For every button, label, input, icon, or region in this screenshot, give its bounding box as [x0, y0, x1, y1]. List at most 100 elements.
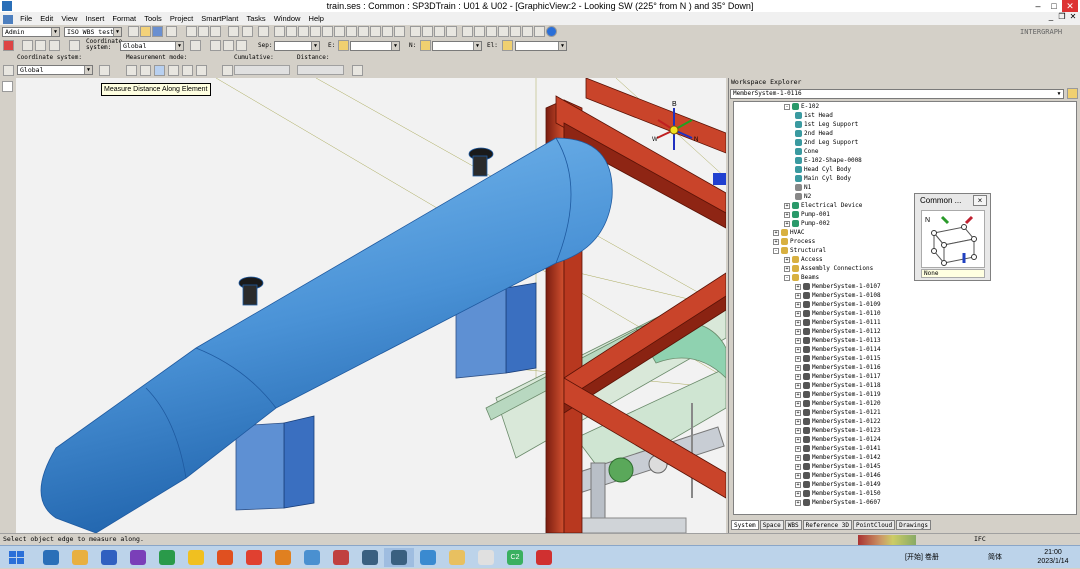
expand-icon[interactable]: + [795, 355, 801, 362]
measure-icon[interactable] [346, 26, 357, 37]
start-icon[interactable] [2, 548, 32, 567]
maximize-button[interactable]: □ [1046, 0, 1062, 12]
expand-icon[interactable]: + [773, 238, 779, 245]
expand-icon[interactable]: + [784, 220, 790, 227]
tree-item[interactable]: + MemberSystem-1-0115 [795, 354, 881, 363]
tab-reference-3d[interactable]: Reference 3D [802, 520, 852, 530]
axis-x-icon[interactable] [210, 40, 221, 51]
document-icon[interactable] [3, 14, 13, 24]
measure-angle-icon[interactable] [182, 65, 193, 76]
measure-point-icon[interactable] [126, 65, 137, 76]
collapse-icon[interactable]: - [784, 274, 790, 281]
pan-icon[interactable] [474, 26, 485, 37]
user-select[interactable]: Admin ▼ [2, 27, 60, 37]
snap-point-icon[interactable] [49, 40, 60, 51]
tree-item[interactable]: + MemberSystem-1-0117 [795, 372, 881, 381]
folder-icon[interactable] [1067, 88, 1078, 99]
tree-item[interactable]: + Pump-001 [784, 210, 830, 219]
tree-item[interactable]: + MemberSystem-1-0149 [795, 480, 881, 489]
mdi-restore-button[interactable]: ❐ [1057, 12, 1067, 21]
tree-item[interactable]: + MemberSystem-1-0118 [795, 381, 881, 390]
expand-icon[interactable]: + [795, 472, 801, 479]
expand-icon[interactable]: + [795, 427, 801, 434]
edit-icon[interactable] [310, 26, 321, 37]
eraser-icon[interactable] [222, 65, 233, 76]
tree-item[interactable]: + MemberSystem-1-0114 [795, 345, 881, 354]
copy-distance-icon[interactable] [352, 65, 363, 76]
menu-help[interactable]: Help [306, 12, 327, 25]
coord-pick-icon[interactable] [190, 40, 201, 51]
tree-item[interactable]: + HVAC [773, 228, 804, 237]
collapse-icon[interactable]: - [773, 247, 779, 254]
tree-item[interactable]: + MemberSystem-1-0150 [795, 489, 881, 498]
tab-pointcloud[interactable]: PointCloud [852, 520, 896, 530]
tree-item[interactable]: + Pump-002 [784, 219, 830, 228]
tab-system[interactable]: System [731, 520, 759, 530]
coord-pick-icon[interactable] [99, 65, 110, 76]
expand-icon[interactable]: + [795, 319, 801, 326]
filter-icon[interactable] [286, 26, 297, 37]
n-input[interactable]: ▼ [432, 41, 482, 51]
grid-icon[interactable] [382, 26, 393, 37]
ribbon-icon[interactable] [3, 65, 14, 76]
tab-space[interactable]: Space [759, 520, 784, 530]
menu-file[interactable]: File [17, 12, 35, 25]
move-icon[interactable] [228, 26, 239, 37]
walk-icon[interactable] [522, 26, 533, 37]
new-icon[interactable] [128, 26, 139, 37]
tree-item[interactable]: + MemberSystem-1-0111 [795, 318, 881, 327]
el-input[interactable]: ▼ [515, 41, 567, 51]
expand-icon[interactable]: + [773, 229, 779, 236]
sep-input[interactable]: ▼ [274, 41, 320, 51]
expand-icon[interactable]: + [795, 283, 801, 290]
cancel-icon[interactable] [3, 40, 14, 51]
list-icon[interactable] [334, 26, 345, 37]
tree-item[interactable]: - E-102 [784, 102, 819, 111]
tree-item[interactable]: - Structural [773, 246, 826, 255]
expand-icon[interactable]: + [795, 463, 801, 470]
print-icon[interactable] [166, 26, 177, 37]
lock-icon[interactable] [338, 40, 349, 51]
tray-text[interactable]: [开始] 卷册 [905, 552, 939, 562]
smart3d-active-icon[interactable] [384, 548, 414, 567]
tree-item[interactable]: + MemberSystem-1-0120 [795, 399, 881, 408]
tree-item[interactable]: + MemberSystem-1-0123 [795, 426, 881, 435]
expand-icon[interactable]: + [795, 373, 801, 380]
tree-item[interactable]: 2nd Leg Support [795, 138, 858, 147]
tree-item[interactable]: - Beams [784, 273, 819, 282]
sharepoint-icon[interactable] [152, 548, 182, 567]
tree-item[interactable]: + MemberSystem-1-0607 [795, 498, 881, 507]
tree-item[interactable]: + MemberSystem-1-0110 [795, 309, 881, 318]
menu-format[interactable]: Format [109, 12, 139, 25]
expand-icon[interactable]: + [795, 310, 801, 317]
zoom-area-icon[interactable] [498, 26, 509, 37]
expand-icon[interactable]: + [795, 445, 801, 452]
tree-item[interactable]: + MemberSystem-1-0119 [795, 390, 881, 399]
tree-item[interactable]: + MemberSystem-1-0116 [795, 363, 881, 372]
common-palette-close-button[interactable]: × [973, 195, 987, 206]
orientation-cube[interactable]: N [921, 210, 985, 268]
tree-item[interactable]: + Process [773, 237, 815, 246]
menu-tasks[interactable]: Tasks [244, 12, 269, 25]
zoom-icon[interactable] [462, 26, 473, 37]
expand-icon[interactable]: + [795, 436, 801, 443]
office-icon[interactable] [210, 548, 240, 567]
measure-coord-select[interactable]: Global ▼ [17, 65, 93, 75]
expand-icon[interactable]: + [795, 391, 801, 398]
measure-minimum-icon[interactable] [140, 65, 151, 76]
graphic-view[interactable]: B N W [16, 78, 726, 533]
tree-item[interactable]: + MemberSystem-1-0141 [795, 444, 881, 453]
layers-icon[interactable] [358, 26, 369, 37]
tree-item[interactable]: + MemberSystem-1-0107 [795, 282, 881, 291]
axis-y-icon[interactable] [223, 40, 234, 51]
printer-icon[interactable] [471, 548, 501, 567]
wire-icon[interactable] [434, 26, 445, 37]
expand-icon[interactable]: + [795, 454, 801, 461]
tab-drawings[interactable]: Drawings [896, 520, 931, 530]
c2-icon[interactable]: C2 [500, 548, 530, 567]
tree-item[interactable]: + Access [784, 255, 823, 264]
point-icon[interactable] [22, 40, 33, 51]
expand-icon[interactable]: + [795, 418, 801, 425]
lock-icon[interactable] [420, 40, 431, 51]
render-icon[interactable] [410, 26, 421, 37]
